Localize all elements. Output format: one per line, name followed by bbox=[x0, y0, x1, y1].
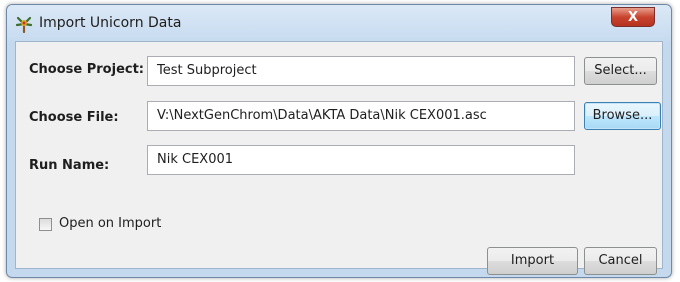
close-icon: X bbox=[627, 10, 639, 25]
file-path-field[interactable]: V:\NextGenChrom\Data\AKTA Data\Nik CEX00… bbox=[147, 101, 575, 131]
window-title: Import Unicorn Data bbox=[39, 15, 182, 31]
run-name-label: Run Name: bbox=[29, 158, 110, 173]
choose-project-label: Choose Project: bbox=[29, 62, 145, 77]
unicorn-app-icon bbox=[15, 15, 33, 34]
browse-button[interactable]: Browse... bbox=[584, 102, 661, 130]
choose-file-label: Choose File: bbox=[29, 110, 119, 125]
import-unicorn-dialog: Import Unicorn Data X Choose Project: Te… bbox=[6, 4, 672, 278]
dialog-body: Choose Project: Test Subproject Select..… bbox=[15, 41, 663, 275]
project-field[interactable]: Test Subproject bbox=[147, 56, 575, 86]
close-button[interactable]: X bbox=[611, 7, 655, 27]
open-on-import-checkbox[interactable] bbox=[39, 218, 52, 231]
run-name-field[interactable]: Nik CEX001 bbox=[147, 145, 575, 175]
open-on-import-label[interactable]: Open on Import bbox=[59, 216, 161, 231]
title-bar: Import Unicorn Data X bbox=[7, 5, 671, 41]
cancel-button[interactable]: Cancel bbox=[584, 247, 657, 275]
import-button[interactable]: Import bbox=[487, 247, 578, 275]
select-button[interactable]: Select... bbox=[584, 57, 657, 85]
